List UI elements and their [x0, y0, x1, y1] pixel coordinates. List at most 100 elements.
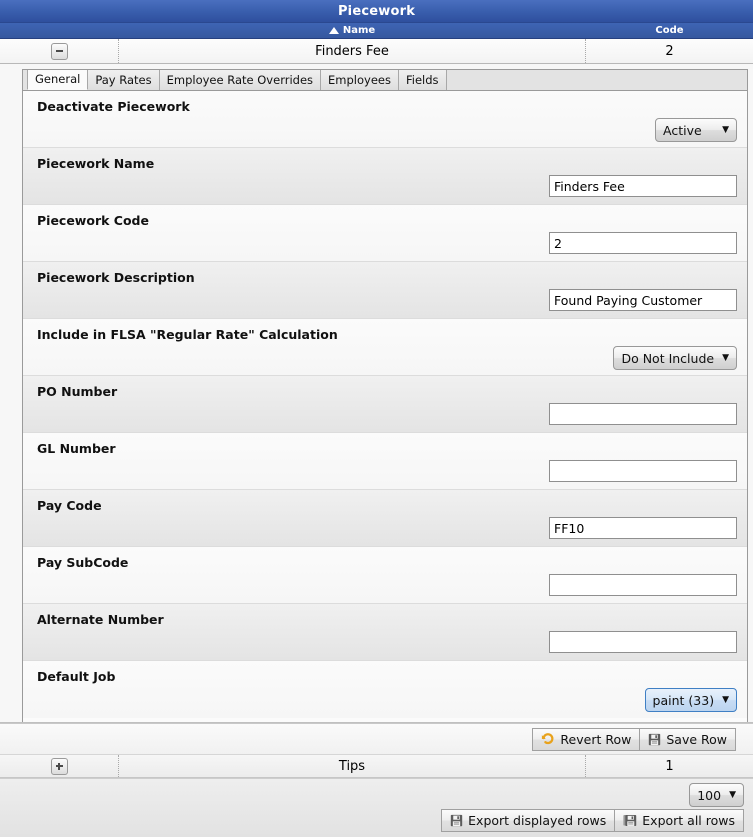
flsa-regular-rate-dropdown[interactable]: Do Not Include ▼	[613, 346, 737, 370]
field-label-default-job: Default Job	[37, 669, 116, 684]
export-displayed-rows-label: Export displayed rows	[468, 813, 607, 828]
column-header-name-label: Name	[342, 25, 376, 36]
field-control-flsa-regular-rate: Do Not Include ▼	[613, 346, 737, 370]
field-label-deactivate-piecework: Deactivate Piecework	[37, 99, 190, 114]
gl-number-input[interactable]	[549, 460, 737, 482]
tips-row-code: 1	[586, 759, 753, 774]
po-number-input[interactable]	[549, 403, 737, 425]
field-control-pay-subcode	[549, 574, 737, 596]
tab-general[interactable]: General	[27, 70, 89, 90]
chevron-down-icon: ▼	[722, 124, 729, 135]
tab-general-label: General	[35, 71, 81, 86]
page-size-dropdown[interactable]: 100 ▼	[689, 783, 744, 807]
field-row-default-job: Default Job paint (33) ▼	[23, 661, 747, 718]
export-all-rows-label: Export all rows	[642, 813, 735, 828]
tab-employees-label: Employees	[328, 73, 391, 87]
tab-pay-rates-label: Pay Rates	[95, 73, 152, 87]
chevron-down-icon: ▼	[722, 352, 729, 363]
tab-fields[interactable]: Fields	[397, 70, 447, 90]
field-control-deactivate-piecework: Active ▼	[655, 118, 737, 142]
field-row-pay-code: Pay Code	[23, 490, 747, 547]
tab-employees[interactable]: Employees	[320, 70, 399, 90]
detail-panel-inner: General Pay Rates Employee Rate Override…	[22, 69, 748, 722]
field-control-default-job: paint (33) ▼	[644, 688, 737, 712]
flsa-regular-rate-dropdown-value: Do Not Include	[621, 350, 715, 366]
revert-row-label: Revert Row	[560, 731, 632, 747]
field-row-piecework-name: Piecework Name	[23, 148, 747, 205]
column-header-code-label: Code	[655, 25, 684, 36]
master-row-name-label: Finders Fee	[315, 43, 389, 59]
chevron-down-icon: ▼	[722, 694, 729, 705]
master-row-name: Finders Fee	[119, 39, 586, 63]
field-label-gl-number: GL Number	[37, 441, 116, 456]
default-job-dropdown[interactable]: paint (33) ▼	[644, 688, 737, 712]
field-label-piecework-code: Piecework Code	[37, 213, 149, 228]
piecework-code-input[interactable]	[549, 232, 737, 254]
tab-employee-rate-overrides[interactable]: Employee Rate Overrides	[158, 70, 322, 90]
field-row-gl-number: GL Number	[23, 433, 747, 490]
floppy-disk-stack-icon	[623, 814, 637, 827]
field-label-flsa-regular-rate: Include in FLSA "Regular Rate" Calculati…	[37, 327, 338, 342]
tab-employee-rate-overrides-label: Employee Rate Overrides	[166, 73, 314, 87]
general-tab-form: Deactivate Piecework Active ▼ Piecework …	[23, 91, 747, 722]
deactivate-piecework-dropdown[interactable]: Active ▼	[655, 118, 737, 142]
tab-pay-rates[interactable]: Pay Rates	[87, 70, 160, 90]
piecework-name-input[interactable]	[549, 175, 737, 197]
master-row-selected[interactable]: Finders Fee 2	[0, 39, 753, 64]
field-label-pay-code: Pay Code	[37, 498, 102, 513]
field-row-alternate-number: Alternate Number	[23, 604, 747, 661]
default-job-dropdown-value: paint (33)	[652, 692, 715, 708]
field-row-pay-subcode: Pay SubCode	[23, 547, 747, 604]
field-row-flsa-regular-rate: Include in FLSA "Regular Rate" Calculati…	[23, 319, 747, 376]
tips-row-code-label: 1	[665, 758, 674, 774]
page-title: Piecework	[337, 3, 416, 19]
alternate-number-input[interactable]	[549, 631, 737, 653]
export-all-rows-button[interactable]: Export all rows	[614, 809, 744, 832]
column-header-row: Name Code	[0, 23, 753, 39]
field-control-pay-code	[549, 517, 737, 539]
expand-icon[interactable]	[50, 757, 68, 775]
floppy-disk-icon	[450, 814, 463, 827]
grid-footer: 100 ▼ Export displayed rows Export all r…	[0, 778, 753, 837]
field-row-piecework-code: Piecework Code	[23, 205, 747, 262]
export-button-group: Export displayed rows Export all rows	[441, 809, 744, 832]
field-label-piecework-name: Piecework Name	[37, 156, 155, 171]
master-row-code-label: 2	[665, 43, 674, 59]
detail-panel: General Pay Rates Employee Rate Override…	[0, 64, 753, 723]
field-control-po-number	[549, 403, 737, 425]
page-size-control: 100 ▼	[689, 783, 744, 807]
collapse-icon[interactable]	[50, 42, 68, 60]
revert-row-button[interactable]: Revert Row	[532, 727, 641, 751]
master-row-tips[interactable]: Tips 1	[0, 754, 753, 778]
chevron-down-icon: ▼	[729, 789, 736, 800]
tab-bar: General Pay Rates Employee Rate Override…	[23, 70, 747, 91]
field-row-po-number: PO Number	[23, 376, 747, 433]
master-row-code: 2	[586, 44, 753, 59]
field-label-piecework-description: Piecework Description	[37, 270, 195, 285]
export-displayed-rows-button[interactable]: Export displayed rows	[441, 809, 616, 832]
page-size-value: 100	[697, 787, 722, 803]
tips-row-name-label: Tips	[338, 758, 366, 774]
grid-title-bar: Piecework	[0, 0, 753, 23]
floppy-disk-icon	[648, 733, 661, 746]
column-header-code[interactable]: Code	[586, 25, 753, 36]
sort-ascending-icon	[328, 27, 339, 34]
tab-fields-label: Fields	[405, 73, 439, 87]
column-header-name[interactable]: Name	[118, 25, 586, 36]
piecework-description-input[interactable]	[549, 289, 737, 311]
field-control-piecework-code	[549, 232, 737, 254]
tips-row-name: Tips	[119, 755, 586, 777]
field-control-gl-number	[549, 460, 737, 482]
pay-code-input[interactable]	[549, 517, 737, 539]
field-label-pay-subcode: Pay SubCode	[37, 555, 129, 570]
row-action-bar: Revert Row Save Row	[0, 723, 753, 754]
save-row-label: Save Row	[666, 731, 727, 747]
piecework-grid-window: Piecework Name Code Finders Fee 2 Genera…	[0, 0, 753, 837]
save-row-button[interactable]: Save Row	[639, 727, 736, 751]
pay-subcode-input[interactable]	[549, 574, 737, 596]
field-control-alternate-number	[549, 631, 737, 653]
tips-row-gutter	[0, 755, 119, 777]
undo-icon	[541, 732, 555, 746]
deactivate-piecework-dropdown-value: Active	[663, 122, 702, 138]
field-control-piecework-description	[549, 289, 737, 311]
